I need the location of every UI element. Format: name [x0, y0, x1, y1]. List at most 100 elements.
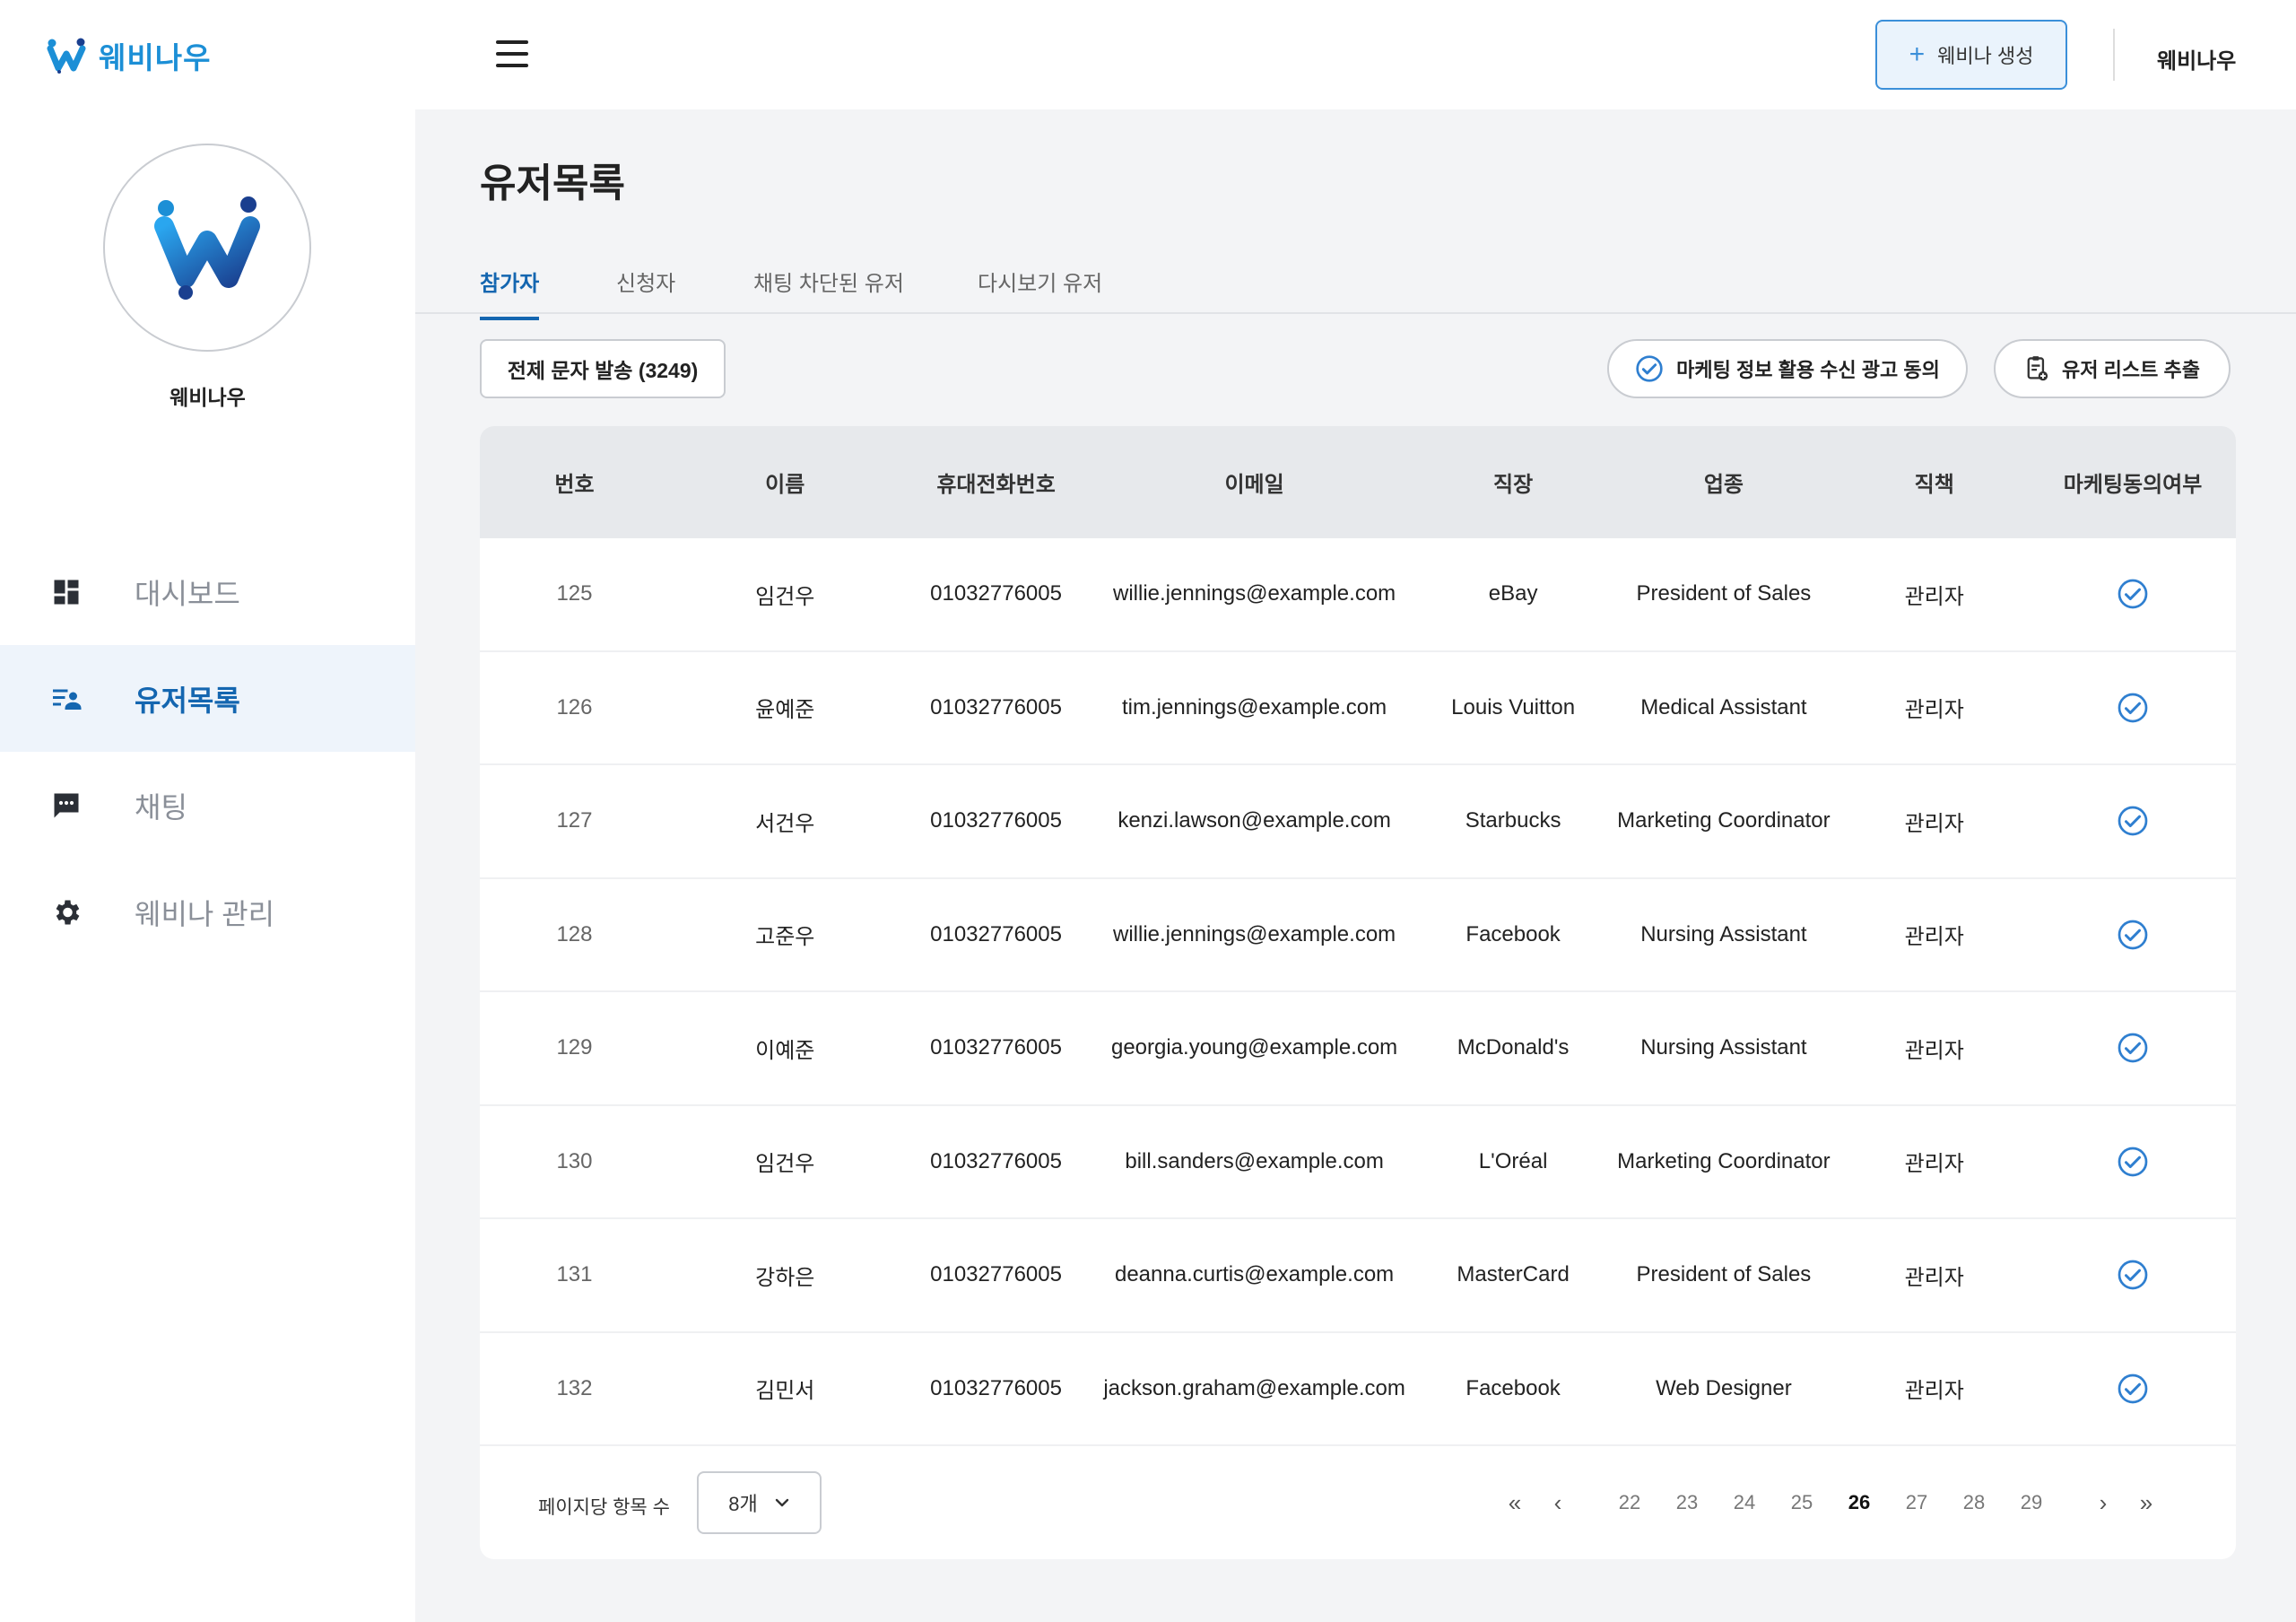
column-header-industry[interactable]: 업종 — [1609, 467, 1839, 498]
sidebar-item-label: 대시보드 — [135, 577, 240, 610]
row-phone: 01032776005 — [930, 1148, 1062, 1173]
first-page-icon[interactable]: « — [1493, 1489, 1536, 1517]
page-number-button[interactable]: 27 — [1888, 1491, 1945, 1514]
row-industry: Web Designer — [1656, 1375, 1792, 1400]
column-header-company[interactable]: 직장 — [1418, 467, 1609, 498]
row-company: L'Oréal — [1478, 1148, 1548, 1173]
check-circle-icon — [2118, 579, 2148, 609]
row-name: 서건우 — [755, 811, 815, 836]
row-email: tim.jennings@example.com — [1122, 694, 1387, 719]
page-number-button[interactable]: 24 — [1716, 1491, 1773, 1514]
marketing-consent-cell — [2030, 1259, 2236, 1291]
sidebar-item-webinar-settings[interactable]: 웨비나 관리 — [0, 859, 415, 965]
table-row[interactable]: 127 서건우 01032776005 kenzi.lawson@example.co… — [480, 765, 2236, 879]
row-name: 강하은 — [755, 1265, 815, 1290]
row-phone: 01032776005 — [930, 1035, 1062, 1060]
row-number: 131 — [556, 1262, 593, 1287]
row-position: 관리자 — [1904, 925, 1964, 950]
column-header-position[interactable]: 직책 — [1839, 467, 2030, 498]
sidebar-item-label: 채팅 — [135, 790, 187, 824]
sidebar: 웨비나우 웨비나우 대시보드 유저목록 채팅 웨비나 관리 — [0, 0, 415, 1622]
table-row[interactable]: 126 윤예준 01032776005 tim.jennings@example.co… — [480, 652, 2236, 765]
dashboard-icon — [54, 580, 79, 604]
row-email: deanna.curtis@example.com — [1114, 1262, 1395, 1287]
table-row[interactable]: 130 임건우 01032776005 bill.sanders@example.co… — [480, 1106, 2236, 1219]
row-phone: 01032776005 — [930, 1262, 1062, 1287]
row-number: 126 — [556, 694, 593, 719]
sidebar-item-dashboard[interactable]: 대시보드 — [0, 538, 415, 645]
row-position: 관리자 — [1904, 584, 1964, 609]
tab-participants[interactable]: 참가자 — [480, 266, 540, 320]
check-circle-icon — [2118, 1033, 2148, 1063]
sidebar-item-user-list[interactable]: 유저목록 — [0, 645, 415, 752]
table-row[interactable]: 125 임건우 01032776005 willie.jennings@example… — [480, 538, 2236, 652]
marketing-consent-label: 마케팅 정보 활용 수신 광고 동의 — [1676, 359, 1940, 381]
table-row[interactable]: 132 김민서 01032776005 jackson.graham@example.… — [480, 1333, 2236, 1446]
table-row[interactable]: 128 고준우 01032776005 willie.jennings@example… — [480, 879, 2236, 992]
marketing-consent-cell — [2030, 578, 2236, 610]
last-page-icon[interactable]: » — [2125, 1489, 2168, 1517]
marketing-consent-cell — [2030, 919, 2236, 951]
row-position: 관리자 — [1904, 1265, 1964, 1290]
create-webinar-button[interactable]: + 웨비나 생성 — [1875, 20, 2067, 90]
row-position: 관리자 — [1904, 1379, 1964, 1404]
table-row[interactable]: 129 이예준 01032776005 georgia.young@example.c… — [480, 992, 2236, 1106]
row-company: Facebook — [1465, 1375, 1561, 1400]
page-number-button[interactable]: 23 — [1658, 1491, 1716, 1514]
table-footer: 페이지당 항목 수 8개 « ‹ 22 23 24 25 26 27 28 29 › » — [480, 1446, 2236, 1559]
row-number: 130 — [556, 1148, 593, 1173]
row-position: 관리자 — [1904, 1038, 1964, 1063]
table-row[interactable]: 131 강하은 01032776005 deanna.curtis@example.c… — [480, 1219, 2236, 1333]
column-header-phone[interactable]: 휴대전화번호 — [901, 467, 1091, 498]
check-circle-icon — [2118, 1260, 2148, 1290]
tab-replay-users[interactable]: 다시보기 유저 — [978, 266, 1102, 317]
row-name: 고준우 — [755, 925, 815, 950]
row-position: 관리자 — [1904, 698, 1964, 723]
export-user-list-button[interactable]: 유저 리스트 추출 — [1994, 339, 2231, 398]
brand-name: 웨비나우 — [99, 41, 212, 74]
row-phone: 01032776005 — [930, 1375, 1062, 1400]
brand-logo[interactable]: 웨비나우 — [47, 34, 211, 77]
column-header-email[interactable]: 이메일 — [1091, 467, 1418, 498]
divider — [2113, 29, 2115, 81]
create-webinar-label: 웨비나 생성 — [1937, 45, 2034, 67]
prev-page-icon[interactable]: ‹ — [1536, 1489, 1579, 1517]
page-number-button[interactable]: 29 — [2003, 1491, 2060, 1514]
send-all-sms-button[interactable]: 전제 문자 발송 (3249) — [480, 339, 726, 398]
tab-applicants[interactable]: 신청자 — [616, 266, 675, 317]
menu-icon[interactable] — [496, 40, 528, 67]
per-page-select[interactable]: 8개 — [697, 1471, 822, 1534]
page-number-button[interactable]: 25 — [1773, 1491, 1831, 1514]
account-menu[interactable]: 웨비나우 — [2157, 43, 2236, 74]
table-body: 125 임건우 01032776005 willie.jennings@example… — [480, 538, 2236, 1446]
row-name: 윤예준 — [755, 698, 815, 723]
row-industry: President of Sales — [1636, 1262, 1812, 1287]
check-circle-icon — [1636, 355, 1663, 382]
row-email: kenzi.lawson@example.com — [1118, 808, 1391, 833]
page-number-button[interactable]: 22 — [1601, 1491, 1658, 1514]
plus-icon: + — [1909, 39, 1926, 69]
profile-name: 웨비나우 — [170, 386, 246, 409]
row-name: 이예준 — [755, 1038, 815, 1063]
row-number: 129 — [556, 1035, 593, 1060]
profile-avatar[interactable] — [103, 144, 311, 352]
sidebar-item-label: 웨비나 관리 — [135, 897, 275, 930]
row-phone: 01032776005 — [930, 921, 1062, 946]
check-circle-icon — [2118, 920, 2148, 950]
marketing-consent-button[interactable]: 마케팅 정보 활용 수신 광고 동의 — [1607, 339, 1968, 398]
next-page-icon[interactable]: › — [2082, 1489, 2125, 1517]
page-number-button[interactable]: 26 — [1831, 1491, 1888, 1514]
row-company: eBay — [1488, 581, 1538, 606]
row-name: 김민서 — [755, 1379, 815, 1404]
sidebar-item-chat[interactable]: 채팅 — [0, 752, 415, 859]
user-table-card: 번호 이름 휴대전화번호 이메일 직장 업종 직책 마케팅동의여부 125 임건우… — [480, 426, 2236, 1559]
marketing-consent-cell — [2030, 692, 2236, 724]
page-number-button[interactable]: 28 — [1945, 1491, 2003, 1514]
tab-chat-blocked-users[interactable]: 채팅 차단된 유저 — [753, 266, 904, 317]
row-phone: 01032776005 — [930, 581, 1062, 606]
column-header-number[interactable]: 번호 — [480, 467, 669, 498]
user-list-icon — [53, 689, 82, 710]
column-header-name[interactable]: 이름 — [669, 467, 901, 498]
column-header-marketing-consent[interactable]: 마케팅동의여부 — [2030, 467, 2236, 498]
page-title: 유저목록 — [480, 161, 625, 205]
